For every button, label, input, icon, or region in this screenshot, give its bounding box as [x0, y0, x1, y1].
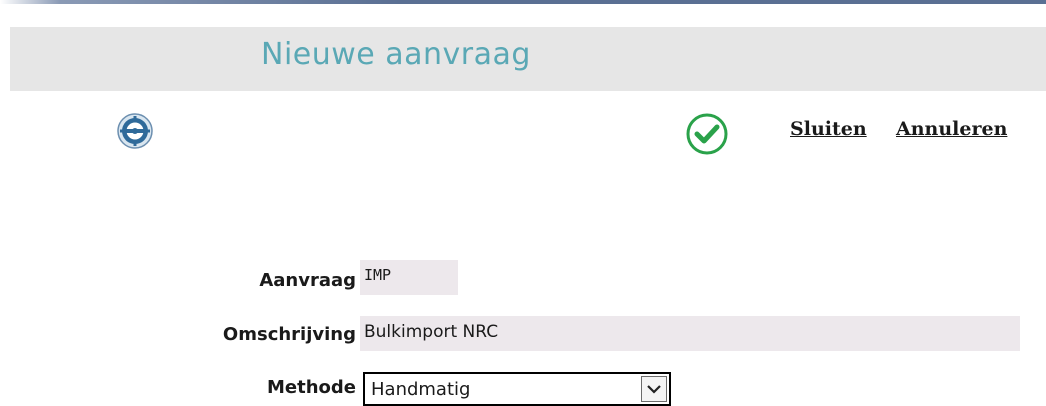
page-title: Nieuwe aanvraag — [261, 37, 531, 72]
request-field[interactable]: IMP — [360, 260, 458, 295]
chevron-down-icon[interactable] — [641, 376, 667, 402]
page-header: Nieuwe aanvraag — [10, 27, 1046, 91]
method-label: Methode — [267, 377, 356, 398]
method-selected-value: Handmatig — [371, 379, 471, 400]
close-button[interactable]: Sluiten — [790, 118, 867, 140]
check-icon[interactable] — [686, 113, 728, 155]
cancel-button[interactable]: Annuleren — [896, 118, 1007, 140]
gear-icon[interactable] — [117, 113, 153, 149]
description-label: Omschrijving — [222, 324, 356, 345]
request-label: Aanvraag — [259, 270, 356, 291]
description-field[interactable]: Bulkimport NRC — [360, 316, 1020, 351]
method-select[interactable]: Handmatig — [363, 372, 671, 406]
top-border — [0, 0, 1046, 4]
